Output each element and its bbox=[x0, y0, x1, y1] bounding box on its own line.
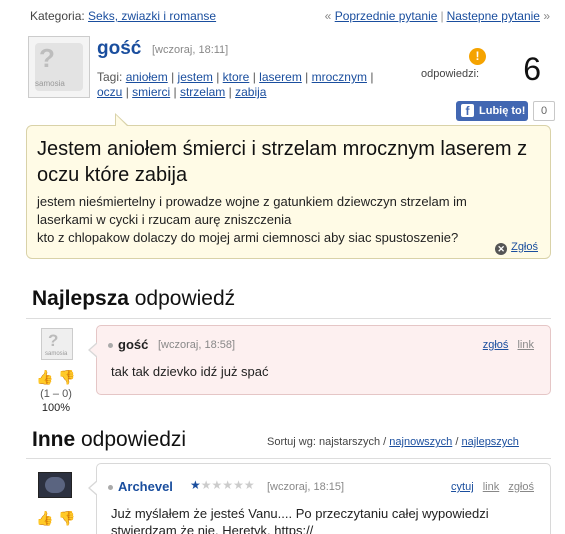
question-tags: Tagi: aniołem | jestem | ktore | laserem… bbox=[97, 70, 374, 99]
quote-link[interactable]: cytuj bbox=[451, 481, 474, 493]
thumb-down-icon[interactable]: 👎 bbox=[58, 510, 75, 526]
prev-question-link[interactable]: Poprzednie pytanie bbox=[335, 9, 438, 23]
question-body-line: jestem nieśmiertelny i prowadze wojne z … bbox=[37, 194, 467, 209]
next-arrow: » bbox=[543, 9, 550, 23]
answer-text-line: stwierdzam że nie. Heretyk. https:// bbox=[111, 523, 314, 534]
category-label: Kategoria: bbox=[30, 9, 85, 23]
star-icon: ★ bbox=[233, 478, 244, 492]
facebook-like-count: 0 bbox=[533, 101, 555, 121]
facebook-icon: f bbox=[461, 104, 474, 118]
user-rank: ★★★★★★ bbox=[190, 478, 255, 492]
thumb-up-icon[interactable]: 👍 bbox=[36, 369, 53, 385]
answer-tail-fill bbox=[90, 481, 98, 495]
report-link[interactable]: Zgłoś bbox=[511, 241, 538, 253]
vote-counts: (1 – 0) bbox=[40, 388, 72, 400]
category-breadcrumb: Kategoria: Seks, zwiazki i romanse bbox=[30, 9, 216, 23]
answers-label: odpowiedzi: bbox=[421, 68, 480, 80]
question-title: Jestem aniołem śmierci i strzelam mroczn… bbox=[37, 138, 528, 186]
question-mark-icon: ? bbox=[48, 331, 59, 350]
status-dot bbox=[108, 485, 113, 490]
answer-box: Archevel [wczoraj, 18:15] cytuj link zgł… bbox=[88, 463, 551, 534]
nav-separator: | bbox=[440, 9, 444, 23]
exclamation-icon: ! bbox=[469, 48, 486, 65]
question-bubble: Jestem aniołem śmierci i strzelam mroczn… bbox=[26, 113, 551, 259]
tag-link[interactable]: aniołem bbox=[126, 70, 168, 84]
star-icon: ★ bbox=[222, 478, 234, 492]
star-icon: ★ bbox=[200, 478, 212, 492]
permalink[interactable]: link bbox=[483, 481, 500, 493]
answer-text: Już myślałem że jesteś Vanu.... Po przec… bbox=[111, 505, 541, 534]
tag-link[interactable]: zabija bbox=[235, 85, 266, 99]
report-question[interactable]: ✕ Zgłoś bbox=[495, 241, 538, 255]
tag-link[interactable]: jestem bbox=[178, 70, 213, 84]
other-answers-heading: Inne odpowiedzi bbox=[32, 428, 186, 452]
category-link[interactable]: Seks, zwiazki i romanse bbox=[88, 9, 216, 23]
divider bbox=[26, 458, 551, 459]
question-mark-icon: ? bbox=[39, 43, 55, 73]
other-heading-bold: Inne bbox=[32, 428, 76, 451]
avatar[interactable]: ? samosia bbox=[28, 36, 90, 98]
answer-actions: zgłoś link bbox=[477, 339, 534, 351]
avatar-image bbox=[45, 477, 65, 493]
tag-link[interactable]: laserem bbox=[259, 70, 302, 84]
tag-link[interactable]: smierci bbox=[132, 85, 170, 99]
tag-link[interactable]: mrocznym bbox=[312, 70, 367, 84]
answer-tail-fill bbox=[90, 343, 98, 357]
answer-actions: cytuj link zgłoś bbox=[445, 481, 534, 493]
answer-author: gość bbox=[118, 337, 149, 352]
facebook-like-button[interactable]: f Lubię to! bbox=[456, 101, 528, 121]
star-icon: ★ bbox=[243, 478, 255, 492]
vote-percent: 100% bbox=[41, 402, 71, 414]
tags-label: Tagi: bbox=[97, 70, 123, 84]
prev-arrow: « bbox=[324, 9, 332, 23]
best-heading-bold: Najlepsza bbox=[32, 287, 129, 310]
sort-newest-link[interactable]: najnowszych bbox=[389, 436, 452, 448]
star-icon: ★ bbox=[211, 478, 223, 492]
question-nav: « Poprzednie pytanie | Nastepne pytanie » bbox=[325, 9, 550, 23]
next-question-link[interactable]: Nastepne pytanie bbox=[447, 9, 540, 23]
sort-controls: Sortuj wg: najstarszych / najnowszych / … bbox=[267, 436, 519, 448]
avatar-brand: samosia bbox=[45, 351, 68, 357]
answers-count: 6 bbox=[523, 51, 541, 87]
question-body-line: kto z chlopakow dolaczy do mojej armi ci… bbox=[37, 230, 459, 245]
avatar[interactable] bbox=[38, 472, 72, 498]
answer-text-line: Już myślałem że jesteś Vanu.... Po przec… bbox=[111, 506, 489, 521]
question-timestamp: [wczoraj, 18:11] bbox=[152, 44, 229, 56]
answer-text: tak tak dzievko idź już spać bbox=[111, 364, 269, 379]
best-answer-box: gość [wczoraj, 18:58] zgłoś link tak tak… bbox=[88, 325, 551, 395]
permalink[interactable]: link bbox=[517, 339, 534, 351]
sort-best-link[interactable]: najlepszych bbox=[461, 436, 518, 448]
answer-author[interactable]: Archevel bbox=[118, 479, 173, 494]
question-body: jestem nieśmiertelny i prowadze wojne z … bbox=[37, 193, 537, 247]
avatar-brand: samosia bbox=[35, 79, 65, 88]
answer-timestamp: [wczoraj, 18:58] bbox=[158, 339, 236, 351]
close-icon: ✕ bbox=[495, 243, 508, 255]
avatar[interactable]: ? samosia bbox=[41, 328, 73, 360]
sort-oldest: najstarszych bbox=[318, 436, 381, 448]
top-bar: Kategoria: Seks, zwiazki i romanse « Pop… bbox=[30, 9, 550, 25]
report-link[interactable]: zgłoś bbox=[483, 339, 509, 351]
sort-label: Sortuj wg: bbox=[267, 436, 316, 448]
bubble-tail-fill bbox=[116, 115, 128, 127]
report-link[interactable]: zgłoś bbox=[508, 481, 534, 493]
answers-counter: ! odpowiedzi: 6 bbox=[421, 48, 541, 88]
other-heading-rest: odpowiedzi bbox=[75, 428, 187, 451]
question-author: gość bbox=[97, 38, 142, 59]
thumb-up-icon[interactable]: 👍 bbox=[36, 510, 53, 526]
thumb-down-icon[interactable]: 👎 bbox=[58, 369, 75, 385]
question-body-line: laserkami w cycki i rzucam aurę zniszcze… bbox=[37, 212, 292, 227]
facebook-like-label: Lubię to! bbox=[479, 105, 526, 117]
tag-link[interactable]: ktore bbox=[223, 70, 250, 84]
divider bbox=[26, 318, 551, 319]
tag-link[interactable]: strzelam bbox=[180, 85, 225, 99]
star-icon: ★ bbox=[190, 478, 201, 492]
status-dot bbox=[108, 343, 113, 348]
best-heading-rest: odpowiedź bbox=[128, 287, 236, 310]
tag-link[interactable]: oczu bbox=[97, 85, 122, 99]
answer-timestamp: [wczoraj, 18:15] bbox=[267, 481, 345, 493]
best-answer-heading: Najlepsza odpowiedź bbox=[32, 287, 235, 311]
